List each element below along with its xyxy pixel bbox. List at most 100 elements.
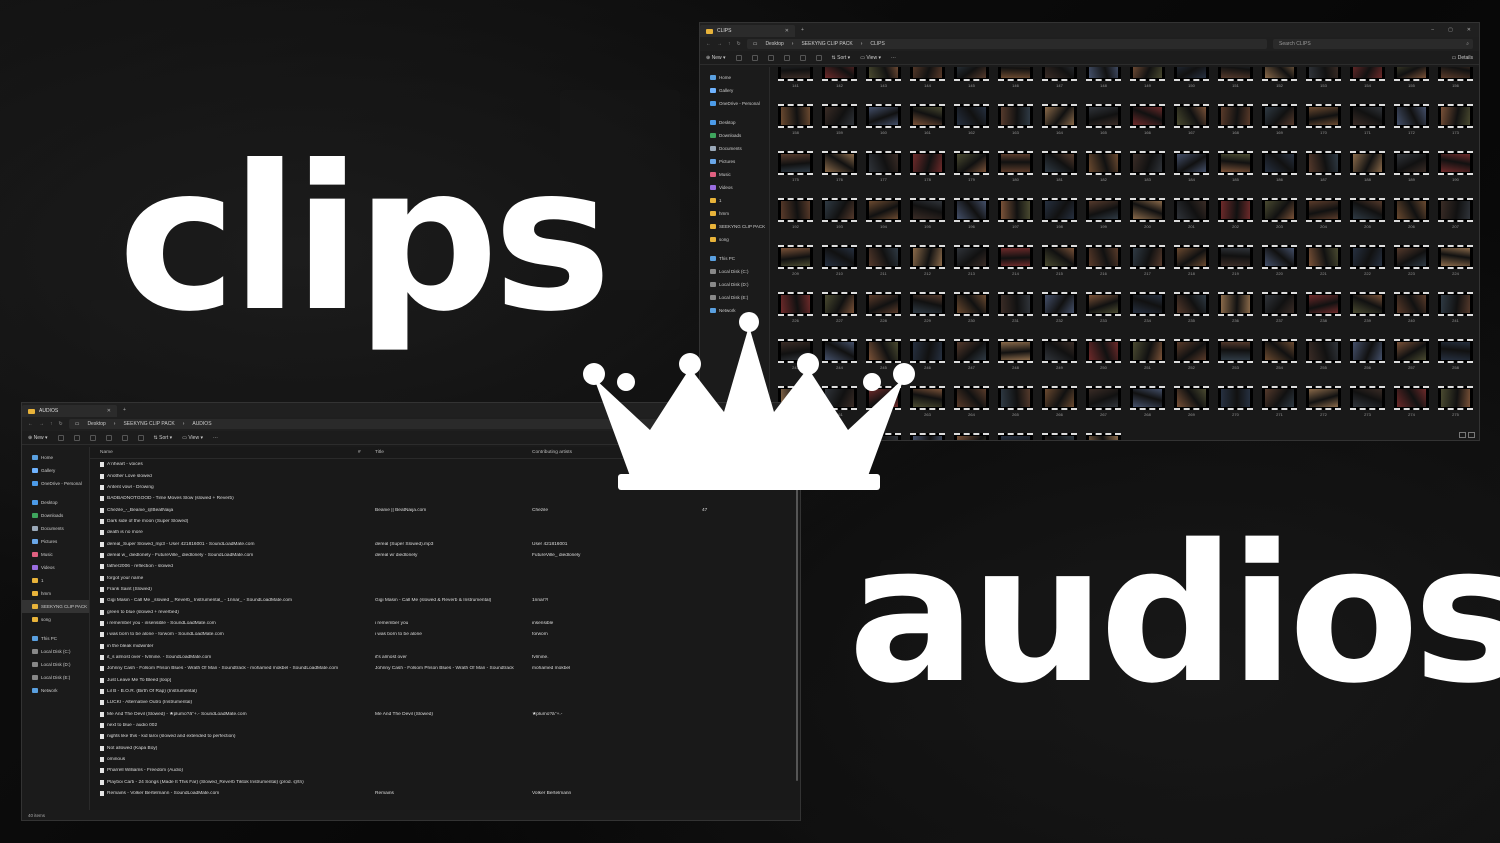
copy-icon[interactable] (73, 434, 80, 441)
thumbnail-item[interactable]: 177 (864, 143, 903, 190)
thumbnail-item[interactable]: 163 (996, 96, 1035, 143)
thumbnail-item[interactable]: 158 (776, 96, 815, 143)
thumbnail-item[interactable]: 248 (996, 331, 1035, 378)
nav-item[interactable]: Pictures (700, 155, 769, 168)
thumbnail-item[interactable]: 195 (908, 190, 947, 237)
nav-item[interactable]: Local Disk (E:) (700, 291, 769, 304)
share-icon[interactable] (121, 434, 128, 441)
thumbnail-item[interactable]: 203 (1260, 190, 1299, 237)
thumbnail-item[interactable]: 216 (1084, 237, 1123, 284)
thumbnail-item[interactable]: 197 (996, 190, 1035, 237)
table-row[interactable]: nights like this - kid laroi (slowed and… (90, 731, 800, 742)
thumbnail-item[interactable]: 176 (820, 143, 859, 190)
table-row[interactable]: Not allowed (Kapa Boy) (90, 743, 800, 754)
nav-item[interactable]: song (700, 233, 769, 246)
thumbnail-item[interactable]: 275 (1436, 378, 1475, 425)
thumbnail-item[interactable]: 283 (1040, 425, 1079, 440)
paste-icon[interactable] (89, 434, 96, 441)
nav-item[interactable]: Downloads (22, 509, 89, 522)
nav-item[interactable]: OneDrive - Personal (22, 477, 89, 490)
nav-item[interactable]: Music (700, 168, 769, 181)
thumbnail-item[interactable]: 205 (1348, 190, 1387, 237)
thumbnail-item[interactable]: 274 (1392, 378, 1431, 425)
table-row[interactable]: i remember you - insensible - SoundLoadM… (90, 618, 800, 629)
nav-item[interactable]: Local Disk (C:) (22, 645, 89, 658)
thumbnail-item[interactable]: 211 (864, 237, 903, 284)
thumbnail-item[interactable]: 218 (1172, 237, 1211, 284)
thumbnail-item[interactable]: 179 (952, 143, 991, 190)
thumbnail-item[interactable]: 144 (908, 67, 947, 96)
thumbnail-item[interactable]: 230 (952, 284, 991, 331)
thumbnail-item[interactable]: 161 (908, 96, 947, 143)
more-icon[interactable]: ··· (891, 55, 896, 61)
share-icon[interactable] (799, 54, 806, 61)
thumbnail-item[interactable]: 162 (952, 96, 991, 143)
thumbnail-item[interactable]: 209 (776, 237, 815, 284)
nav-item[interactable]: This PC (700, 252, 769, 265)
nav-item[interactable]: Home (700, 71, 769, 84)
thumbnail-item[interactable]: 160 (864, 96, 903, 143)
thumbnail-item[interactable]: 269 (1172, 378, 1211, 425)
nav-item[interactable]: Videos (22, 561, 89, 574)
breadcrumb-clips[interactable]: CLIPS (870, 41, 884, 47)
tab-clips[interactable]: CLIPS ✕ (700, 25, 795, 37)
thumbnail-item[interactable]: 284 (1084, 425, 1123, 440)
search-input[interactable]: Search CLIPS ⌕ (1273, 39, 1473, 49)
thumbnail-item[interactable]: 147 (1040, 67, 1079, 96)
thumbnail-item[interactable]: 200 (1128, 190, 1167, 237)
thumbnail-item[interactable]: 148 (1084, 67, 1123, 96)
thumbnail-item[interactable]: 198 (1040, 190, 1079, 237)
refresh-icon[interactable]: ↻ (59, 421, 63, 427)
column-name[interactable]: Name (90, 450, 358, 455)
thumbnail-item[interactable]: 231 (996, 284, 1035, 331)
thumbnail-item[interactable]: 199 (1084, 190, 1123, 237)
nav-item[interactable]: This PC (22, 632, 89, 645)
thumbnail-item[interactable]: 153 (1304, 67, 1343, 96)
thumbnail-item[interactable]: 149 (1128, 67, 1167, 96)
table-row[interactable]: dereal w_ diedlonely - FutureVille_ died… (90, 550, 800, 561)
thumbnail-item[interactable]: 222 (1348, 237, 1387, 284)
nav-item[interactable]: hmm (700, 207, 769, 220)
details-view-icon[interactable] (1459, 432, 1466, 438)
nav-item[interactable]: 1 (700, 194, 769, 207)
nav-item[interactable]: 1 (22, 574, 89, 587)
nav-item[interactable]: Desktop (700, 116, 769, 129)
minimize-icon[interactable]: – (1431, 27, 1434, 33)
thumbnail-item[interactable]: 237 (1260, 284, 1299, 331)
table-row[interactable]: in the bleak midwinter (90, 641, 800, 652)
thumbnail-item[interactable]: 264 (952, 378, 991, 425)
thumbnail-item[interactable]: 181 (1040, 143, 1079, 190)
breadcrumb-audios[interactable]: AUDIOS (192, 421, 211, 427)
thumbnail-item[interactable]: 190 (1436, 143, 1475, 190)
nav-item[interactable]: Videos (700, 181, 769, 194)
thumbnail-item[interactable]: 270 (1216, 378, 1255, 425)
thumbnail-item[interactable]: 250 (1084, 331, 1123, 378)
paste-icon[interactable] (767, 54, 774, 61)
cut-icon[interactable] (57, 434, 64, 441)
thumbnail-item[interactable]: 255 (1304, 331, 1343, 378)
thumbnail-item[interactable]: 251 (1128, 331, 1167, 378)
delete-icon[interactable] (815, 54, 822, 61)
nav-item[interactable]: Documents (22, 522, 89, 535)
thumbnail-item[interactable]: 189 (1392, 143, 1431, 190)
up-icon[interactable]: ↑ (50, 421, 53, 427)
thumbnail-item[interactable]: 232 (1040, 284, 1079, 331)
table-row[interactable]: father2006 - reflection - slowed (90, 561, 800, 572)
table-row[interactable]: i was born to be alone - forwom - SoundL… (90, 629, 800, 640)
nav-item[interactable]: hmm (22, 587, 89, 600)
thumbnail-item[interactable]: 219 (1216, 237, 1255, 284)
table-row[interactable]: Chezile_-_Beanie_@BeatNaija Beanie || Bea… (90, 504, 800, 515)
table-row[interactable]: Gigi Masin - Call Me _slowed _ Reverb_ I… (90, 595, 800, 606)
view-button[interactable]: ▭ View ▾ (860, 55, 881, 61)
thumbnail-item[interactable]: 184 (1172, 143, 1211, 190)
forward-icon[interactable]: → (39, 421, 44, 427)
thumbnail-item[interactable]: 249 (1040, 331, 1079, 378)
table-row[interactable]: Lil B - B.O.R. (Birth Of Rap) (Instrumen… (90, 686, 800, 697)
view-button[interactable]: ▭ View ▾ (182, 435, 203, 441)
nav-item[interactable]: Downloads (700, 129, 769, 142)
thumbnail-item[interactable]: 186 (1260, 143, 1299, 190)
thumbnail-item[interactable]: 143 (864, 67, 903, 96)
thumbnail-item[interactable]: 172 (1392, 96, 1431, 143)
thumbnail-item[interactable]: 207 (1436, 190, 1475, 237)
thumbnail-item[interactable]: 170 (1304, 96, 1343, 143)
